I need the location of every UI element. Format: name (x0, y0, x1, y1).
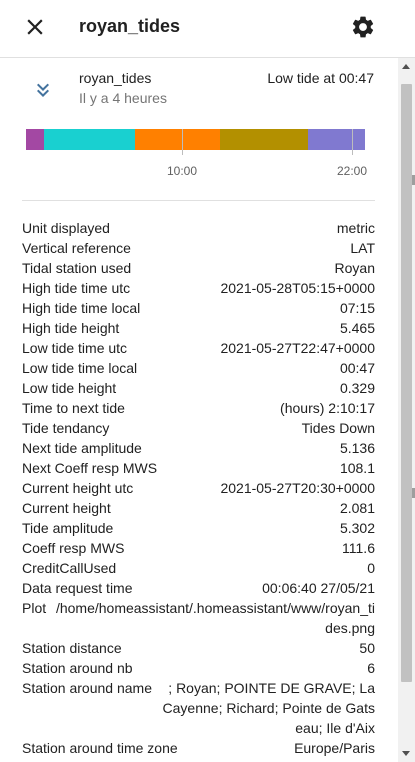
attribute-row: Station around name ; Royan; POINTE DE GR… (22, 678, 375, 738)
attribute-value: 50 (359, 640, 375, 656)
attribute-key: High tide height (22, 320, 120, 336)
attribute-key: Tide tendancy (22, 420, 110, 436)
scroll-down-arrow-icon[interactable] (402, 751, 410, 756)
attribute-value: 2021-05-27T20:30+0000 (220, 480, 375, 496)
attribute-key: Tidal station used (22, 260, 132, 276)
timeline-segment[interactable] (43, 129, 136, 150)
attribute-value: 0.329 (339, 380, 375, 396)
attribute-row: Station around time zone Europe/Paris (22, 738, 375, 758)
scrollbar[interactable] (398, 58, 415, 762)
attribute-row: Data request time 00:06:40 27/05/21 (22, 578, 375, 598)
attribute-row: Unit displayed metric (22, 218, 375, 238)
attribute-key: Station around nb (22, 660, 133, 676)
attribute-key: Current height (22, 500, 111, 516)
attribute-row: Next tide amplitude 5.136 (22, 438, 375, 458)
attribute-row: High tide time utc 2021-05-28T05:15+0000 (22, 278, 375, 298)
attribute-row: Plot/home/homeassistant/.homeassistant/w… (22, 598, 375, 638)
dialog-title: royan_tides (79, 16, 181, 36)
entity-state: Low tide at 00:47 (267, 70, 374, 86)
attribute-row: Next Coeff resp MWS 108.1 (22, 458, 375, 478)
timeline-tick-10 (182, 129, 183, 155)
attribute-value: 111.6 (342, 540, 375, 556)
attribute-row: Vertical reference LAT (22, 238, 375, 258)
dialog-header: royan_tides (0, 0, 415, 58)
attribute-value: metric (336, 220, 375, 236)
attribute-value: 07:15 (339, 300, 375, 316)
timeline-segment[interactable] (308, 129, 365, 150)
attribute-key: Next tide amplitude (22, 440, 142, 456)
attribute-value: Tides Down (301, 420, 375, 436)
attribute-key: Station distance (22, 640, 122, 656)
gear-icon (352, 16, 374, 38)
attribute-value: 00:47 (339, 360, 375, 376)
attribute-value: 108.1 (339, 460, 375, 476)
attribute-value: Europe/Paris (294, 740, 375, 756)
attribute-value: 2021-05-27T22:47+0000 (220, 340, 375, 356)
attribute-value: 5.136 (339, 440, 375, 456)
close-button[interactable] (22, 14, 48, 40)
attribute-row: Tide tendancy Tides Down (22, 418, 375, 438)
timeline-tick-22 (352, 129, 353, 155)
timeline-segment[interactable] (26, 129, 44, 150)
attribute-row: Tidal station used Royan (22, 258, 375, 278)
attribute-value: 00:06:40 27/05/21 (262, 580, 375, 596)
attribute-key: High tide time local (22, 300, 141, 316)
attribute-key: Current height utc (22, 480, 134, 496)
attribute-key: Coeff resp MWS (22, 540, 125, 556)
attribute-key: Low tide time utc (22, 340, 128, 356)
attribute-row: High tide time local 07:15 (22, 298, 375, 318)
attribute-row: High tide height 5.465 (22, 318, 375, 338)
attribute-value: ; Royan; POINTE DE GRAVE; La Cayenne; Ri… (162, 680, 375, 736)
attribute-key: Next Coeff resp MWS (22, 460, 158, 476)
attribute-row: Tide amplitude 5.302 (22, 518, 375, 538)
attribute-key: Time to next tide (22, 400, 125, 416)
dialog-content[interactable]: royan_tides Il y a 4 heures Low tide at … (0, 58, 398, 762)
attribute-key: Data request time (22, 580, 133, 596)
attribute-value: 2.081 (339, 500, 375, 516)
settings-button[interactable] (350, 14, 376, 40)
attribute-key: Tide amplitude (22, 520, 114, 536)
attribute-row: Station distance 50 (22, 638, 375, 658)
attribute-key: Unit displayed (22, 220, 110, 236)
timeline-tick-label: 10:00 (167, 164, 198, 178)
attribute-key: Low tide time local (22, 360, 138, 376)
attribute-row: Time to next tide (hours) 2:10:17 (22, 398, 375, 418)
attribute-row: Current height utc 2021-05-27T20:30+0000 (22, 478, 375, 498)
last-changed: Il y a 4 heures (79, 90, 167, 106)
attribute-value: 5.465 (339, 320, 375, 336)
attribute-value: (hours) 2:10:17 (280, 400, 375, 416)
timeline-segment[interactable] (135, 129, 221, 150)
attribute-value: LAT (350, 240, 375, 256)
attribute-value: /home/homeassistant/.homeassistant/www/r… (55, 600, 375, 636)
attribute-key: CreditCallUsed (22, 560, 117, 576)
attribute-row: Low tide time local 00:47 (22, 358, 375, 378)
chevron-double-down-icon (37, 83, 49, 97)
attribute-key: Station around name (22, 680, 152, 696)
attribute-value: 5.302 (339, 520, 375, 536)
attribute-key: Station around time zone (22, 740, 178, 756)
attribute-row: CreditCallUsed 0 (22, 558, 375, 578)
attribute-row: Low tide height 0.329 (22, 378, 375, 398)
attribute-row: Coeff resp MWS 111.6 (22, 538, 375, 558)
timeline-segment[interactable] (220, 129, 309, 150)
attribute-key: High tide time utc (22, 280, 131, 296)
attribute-key: Low tide height (22, 380, 117, 396)
attribute-key: Plot (22, 600, 47, 616)
attribute-value: Royan (334, 260, 375, 276)
history-timeline[interactable] (26, 129, 365, 150)
scroll-up-arrow-icon[interactable] (402, 64, 410, 69)
attribute-row: Current height 2.081 (22, 498, 375, 518)
attributes-list: Unit displayed metric Vertical reference LA… (22, 218, 375, 758)
attribute-value: 6 (367, 660, 375, 676)
attribute-value: 0 (367, 560, 375, 576)
attribute-key: Vertical reference (22, 240, 131, 256)
divider (22, 200, 375, 201)
entity-name: royan_tides (79, 70, 152, 86)
attribute-row: Low tide time utc 2021-05-27T22:47+0000 (22, 338, 375, 358)
close-icon (27, 19, 43, 35)
timeline-tick-label: 22:00 (337, 164, 368, 178)
attribute-row: Station around nb 6 (22, 658, 375, 678)
attribute-value: 2021-05-28T05:15+0000 (220, 280, 375, 296)
scrollbar-thumb[interactable] (401, 84, 412, 682)
